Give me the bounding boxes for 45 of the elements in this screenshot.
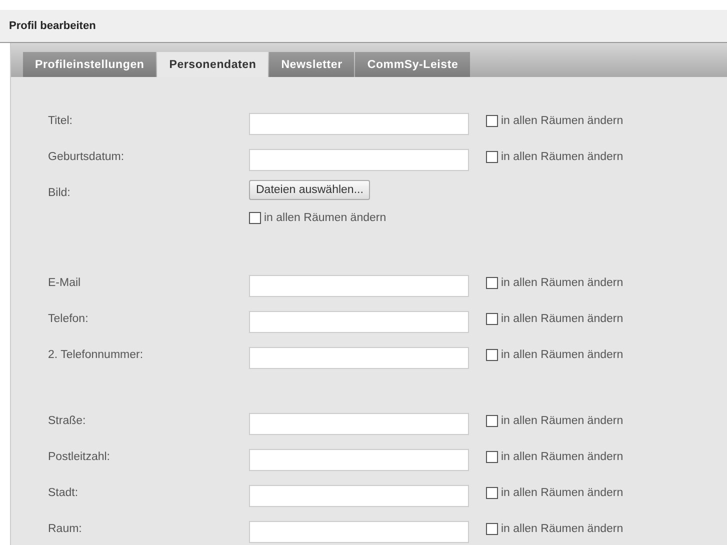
checkbox[interactable] <box>486 415 498 427</box>
checkbox[interactable] <box>486 151 498 163</box>
input-field[interactable] <box>249 449 469 471</box>
field-label: Titel: <box>48 114 74 127</box>
checkbox[interactable] <box>486 313 498 325</box>
field-label: Postleitzahl: <box>48 450 112 463</box>
checkbox[interactable] <box>486 349 498 361</box>
checkbox[interactable] <box>486 277 498 289</box>
input-field[interactable] <box>249 413 469 435</box>
field-label: Straße: <box>48 414 87 427</box>
field-label: Geburtsdatum: <box>48 150 126 163</box>
input-field[interactable] <box>249 275 469 297</box>
checkbox[interactable] <box>486 523 498 535</box>
field-label: 2. Telefonnummer: <box>48 348 144 361</box>
input-field[interactable] <box>249 485 469 507</box>
input-field[interactable] <box>249 149 469 171</box>
checkbox-label: in allen Räumen ändern <box>501 415 624 427</box>
tab[interactable]: Personendaten <box>157 52 268 77</box>
checkbox-label: in allen Räumen ändern <box>264 212 386 224</box>
checkbox-label: in allen Räumen ändern <box>501 277 624 289</box>
tab[interactable]: Profileinstellungen <box>23 52 156 77</box>
field-label: Telefon: <box>48 312 90 325</box>
field-label: E-Mail <box>48 276 82 289</box>
checkbox-label: in allen Räumen ändern <box>501 451 624 463</box>
checkbox-label: in allen Räumen ändern <box>501 115 624 127</box>
field-label: Raum: <box>48 522 83 535</box>
input-field[interactable] <box>249 521 469 543</box>
tab[interactable]: Newsletter <box>269 52 354 77</box>
checkbox-label: in allen Räumen ändern <box>501 523 624 535</box>
checkbox-label: in allen Räumen ändern <box>501 151 624 163</box>
input-field[interactable] <box>249 311 469 333</box>
choose-files-button[interactable]: Dateien auswählen... <box>249 180 370 200</box>
tab[interactable]: CommSy-Leiste <box>355 52 470 77</box>
checkbox[interactable] <box>249 212 261 224</box>
page-title: Profil bearbeiten <box>9 20 96 32</box>
checkbox[interactable] <box>486 115 498 127</box>
checkbox[interactable] <box>486 487 498 499</box>
field-label: Bild: <box>48 186 72 199</box>
checkbox-label: in allen Räumen ändern <box>501 349 624 361</box>
checkbox-label: in allen Räumen ändern <box>501 313 624 325</box>
input-field[interactable] <box>249 113 469 135</box>
checkbox[interactable] <box>486 451 498 463</box>
field-label: Stadt: <box>48 486 80 499</box>
input-field[interactable] <box>249 347 469 369</box>
checkbox-label: in allen Räumen ändern <box>501 487 624 499</box>
